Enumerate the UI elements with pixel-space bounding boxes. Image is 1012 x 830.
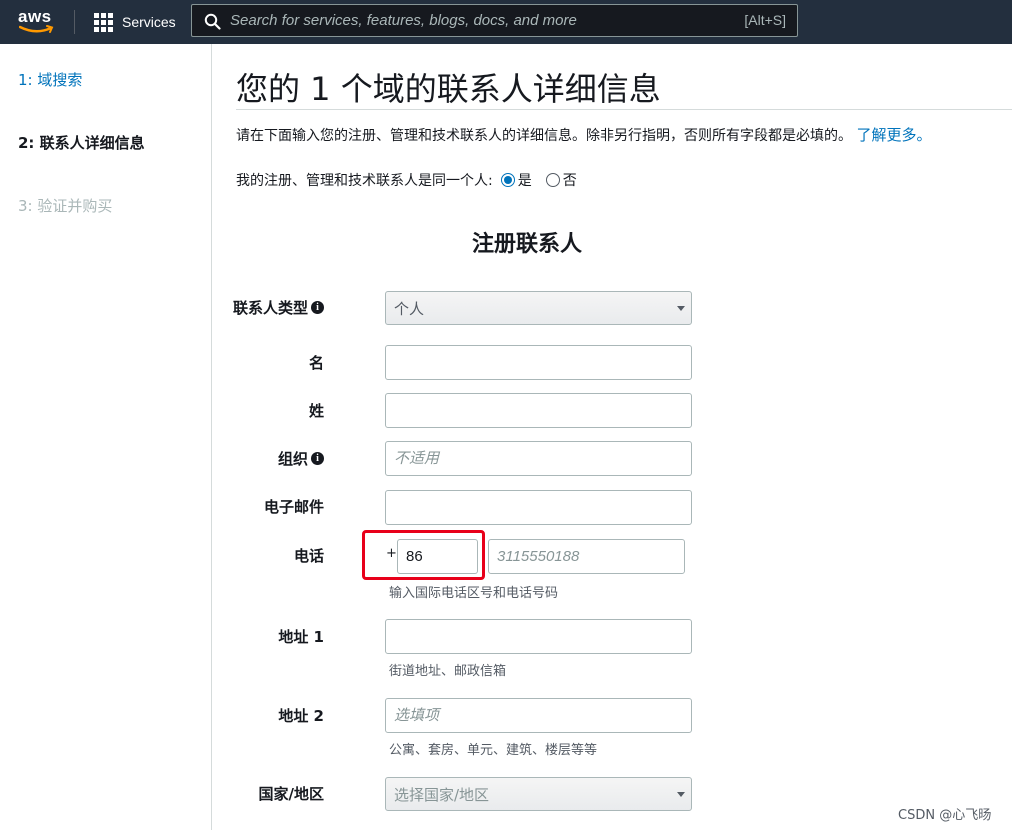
same-person-label: 我的注册、管理和技术联系人是同一个人:	[236, 173, 493, 189]
grid-icon	[94, 12, 113, 32]
address1-hint: 街道地址、邮政信箱	[389, 664, 507, 679]
organization-field[interactable]	[385, 441, 692, 476]
address1-label: 地址 1	[278, 628, 324, 646]
contact-type-select[interactable]: 个人	[385, 291, 692, 325]
services-label: Services	[122, 14, 176, 30]
first-name-label: 名	[308, 354, 324, 372]
watermark: CSDN @心飞旸	[898, 808, 992, 823]
same-person-no-label[interactable]: 否	[563, 170, 577, 190]
phone-country-code-field[interactable]	[397, 539, 478, 574]
address2-hint: 公寓、套房、单元、建筑、楼层等等	[389, 743, 598, 758]
last-name-label: 姓	[308, 402, 324, 420]
info-icon[interactable]: i	[311, 301, 324, 314]
same-person-yes-label[interactable]: 是	[518, 170, 532, 190]
registrant-contact-heading: 注册联系人	[472, 232, 583, 257]
learn-more-link[interactable]: 了解更多。	[856, 126, 931, 144]
organization-label: 组织 i	[278, 448, 324, 469]
intro-description: 请在下面输入您的注册、管理和技术联系人的详细信息。除非另行指明，否则所有字段都是…	[236, 128, 852, 144]
phone-number-field[interactable]	[488, 539, 685, 574]
country-select[interactable]: 选择国家/地区	[385, 777, 692, 811]
same-person-question: 我的注册、管理和技术联系人是同一个人: 是 否	[236, 170, 577, 190]
same-person-yes-radio[interactable]	[500, 173, 515, 187]
top-navigation-bar: aws Services [Alt+S]	[0, 0, 1012, 44]
last-name-field[interactable]	[385, 393, 692, 428]
phone-hint: 输入国际电话区号和电话号码	[389, 586, 559, 601]
page-title: 您的 1 个域的联系人详细信息	[236, 70, 661, 108]
search-shortcut-hint: [Alt+S]	[744, 12, 786, 28]
search-input[interactable]	[230, 5, 710, 36]
email-label: 电子邮件	[263, 498, 324, 516]
address2-label: 地址 2	[278, 707, 324, 725]
first-name-field[interactable]	[385, 345, 692, 380]
same-person-no-radio[interactable]	[545, 173, 560, 187]
wizard-steps-sidebar: 1: 域搜索 2: 联系人详细信息 3: 验证并购买	[0, 44, 212, 830]
step-domain-search[interactable]: 1: 域搜索	[18, 69, 82, 90]
aws-smile-icon	[19, 25, 54, 33]
contact-type-value: 个人	[394, 299, 425, 318]
aws-logo[interactable]: aws	[18, 7, 58, 37]
intro-text: 请在下面输入您的注册、管理和技术联系人的详细信息。除非另行指明，否则所有字段都是…	[236, 124, 931, 145]
organization-label-text: 组织	[277, 450, 308, 468]
contact-type-label: 联系人类型 i	[233, 297, 324, 318]
address1-field[interactable]	[385, 619, 692, 654]
phone-plus-sign: +	[386, 546, 397, 561]
chevron-down-icon	[677, 306, 685, 311]
country-placeholder: 选择国家/地区	[394, 785, 490, 804]
search-bar[interactable]: [Alt+S]	[191, 4, 798, 37]
country-label: 国家/地区	[258, 785, 324, 803]
aws-logo-text: aws	[18, 7, 52, 26]
nav-divider	[74, 10, 75, 34]
title-divider	[236, 109, 1012, 110]
step-verify-purchase: 3: 验证并购买	[18, 197, 113, 215]
contact-type-label-text: 联系人类型	[232, 299, 308, 317]
chevron-down-icon	[677, 792, 685, 797]
step-contact-details: 2: 联系人详细信息	[18, 134, 145, 152]
address2-field[interactable]	[385, 698, 692, 733]
info-icon[interactable]: i	[311, 452, 324, 465]
services-menu-button[interactable]: Services	[94, 10, 176, 34]
search-icon	[204, 13, 221, 30]
email-field[interactable]	[385, 490, 692, 525]
phone-label: 电话	[293, 547, 324, 565]
